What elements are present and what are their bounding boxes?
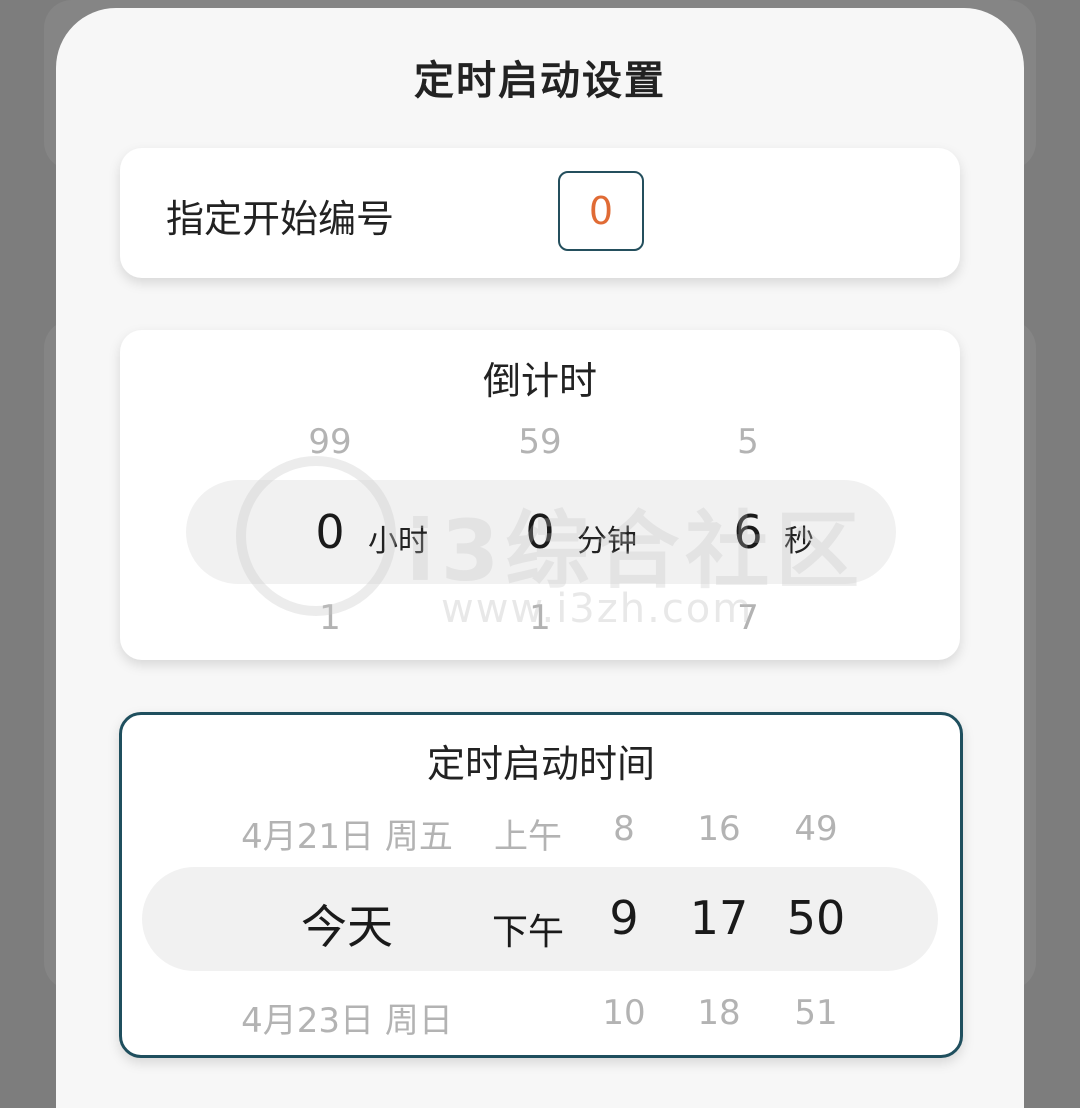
second-next: 51 — [794, 993, 838, 1033]
date-next: 4月23日 周日 — [241, 1001, 453, 1041]
date-value: 今天 — [301, 900, 393, 954]
sheet-title: 定时启动设置 — [414, 58, 666, 104]
hour-prev: 8 — [613, 809, 635, 849]
minute-value: 17 — [689, 891, 749, 945]
period-prev: 上午 — [494, 817, 562, 857]
countdown-title: 倒计时 — [482, 359, 597, 403]
second-value: 50 — [786, 891, 846, 945]
period-value: 下午 — [491, 912, 565, 953]
date-prev: 4月21日 周五 — [241, 817, 453, 857]
start-number-label: 指定开始编号 — [166, 197, 395, 241]
scheduled-time-title: 定时启动时间 — [426, 742, 655, 786]
hour-next: 10 — [602, 993, 646, 1033]
minute-prev: 16 — [697, 809, 741, 849]
scheduled-time-card: 定时启动时间 4月21日 周五 今天 4月23日 周日 上午 下午 8 9 10… — [119, 712, 963, 1058]
second-prev: 49 — [794, 809, 838, 849]
minute-next: 18 — [697, 993, 741, 1033]
watermark-url: www.i3zh.com — [441, 586, 754, 632]
start-number-input[interactable]: 0 — [558, 171, 644, 251]
start-number-card: 指定开始编号 0 — [120, 148, 960, 278]
watermark-logo-icon — [236, 456, 396, 616]
hour-value: 9 — [609, 891, 639, 945]
watermark: i3综合社区 www.i3zh.com — [236, 456, 896, 636]
